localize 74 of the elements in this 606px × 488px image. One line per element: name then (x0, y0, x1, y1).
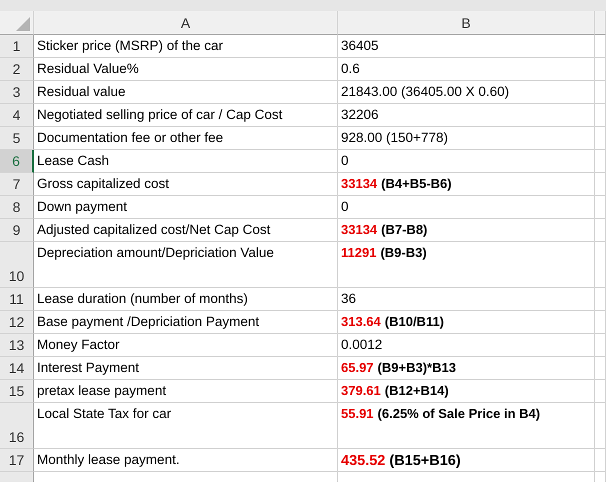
table-cell: Negotiated selling price of car / Cap Cost (34, 104, 338, 127)
table-cell: 0 (338, 196, 595, 219)
column-header[interactable]: B (338, 11, 595, 35)
formula-note: (B15+B16) (389, 453, 461, 469)
row-header[interactable]: 3 (0, 81, 34, 104)
table-cell (595, 150, 606, 173)
result-value: 55.91 (341, 406, 374, 421)
row-header[interactable]: 11 (0, 288, 34, 311)
result-value: 379.61 (341, 383, 381, 398)
result-value: 313.64 (341, 314, 381, 329)
table-cell: 0.6 (338, 58, 595, 81)
column-header[interactable]: A (34, 11, 338, 35)
row-header[interactable]: 15 (0, 380, 34, 403)
table-cell: 0 (338, 150, 595, 173)
row-header[interactable]: 13 (0, 334, 34, 357)
row-header[interactable]: 16 (0, 403, 34, 449)
table-cell: Residual Value% (34, 58, 338, 81)
table-cell: Local State Tax for car (34, 403, 338, 449)
result-value: 435.52 (341, 453, 386, 469)
table-cell (595, 58, 606, 81)
row-header[interactable]: 17 (0, 449, 34, 472)
row-header[interactable]: 10 (0, 242, 34, 288)
formula-note: (B9+B3)*B13 (378, 360, 456, 375)
formula-note: (B10/B11) (384, 314, 444, 329)
table-cell: Base payment /Depriciation Payment (34, 311, 338, 334)
table-cell: Monthly lease payment. (34, 449, 338, 472)
table-cell: Lease duration (number of months) (34, 288, 338, 311)
column-header[interactable] (595, 11, 606, 35)
table-cell: Lease Cash (34, 150, 338, 173)
table-cell: pretax lease payment (34, 380, 338, 403)
table-cell: Depreciation amount/Depriciation Value (34, 242, 338, 288)
row-header[interactable]: 12 (0, 311, 34, 334)
table-cell: Gross capitalized cost (34, 173, 338, 196)
table-cell: 32206 (338, 104, 595, 127)
table-cell: Residual value (34, 81, 338, 104)
row-header[interactable]: 1 (0, 35, 34, 58)
result-value: 33134 (341, 222, 378, 237)
row-header[interactable] (0, 472, 34, 482)
formula-note: (B7-B8) (381, 222, 428, 237)
table-cell: 0.0012 (338, 334, 595, 357)
table-cell (595, 334, 606, 357)
row-header[interactable]: 8 (0, 196, 34, 219)
row-header[interactable]: 6 (0, 150, 34, 173)
table-cell: 21843.00 (36405.00 X 0.60) (338, 81, 595, 104)
table-cell: 36 (338, 288, 595, 311)
row-header[interactable]: 2 (0, 58, 34, 81)
table-cell: Down payment (34, 196, 338, 219)
table-cell: Adjusted capitalized cost/Net Cap Cost (34, 219, 338, 242)
formula-note: (B12+B14) (384, 383, 449, 398)
row-header[interactable]: 7 (0, 173, 34, 196)
table-cell (595, 288, 606, 311)
table-cell: Sticker price (MSRP) of the car (34, 35, 338, 58)
result-value: 11291 (341, 245, 376, 260)
table-cell (595, 127, 606, 150)
result-value: 65.97 (341, 360, 374, 375)
result-value: 33134 (341, 176, 378, 191)
table-cell: Interest Payment (34, 357, 338, 380)
formula-note: (B4+B5-B6) (381, 176, 452, 191)
table-cell: Documentation fee or other fee (34, 127, 338, 150)
select-all-icon[interactable] (16, 17, 30, 31)
table-cell: Money Factor (34, 334, 338, 357)
row-header[interactable]: 4 (0, 104, 34, 127)
table-cell: 36405 (338, 35, 595, 58)
table-cell (595, 35, 606, 58)
row-header[interactable]: 5 (0, 127, 34, 150)
table-cell (595, 81, 606, 104)
formula-note: (6.25% of Sale Price in B4) (378, 406, 540, 421)
table-cell: 928.00 (150+778) (338, 127, 595, 150)
table-cell (595, 104, 606, 127)
select-all-button[interactable] (0, 11, 34, 35)
table-cell (595, 196, 606, 219)
row-header[interactable]: 9 (0, 219, 34, 242)
formula-note: (B9-B3) (380, 245, 427, 260)
row-header[interactable]: 14 (0, 357, 34, 380)
